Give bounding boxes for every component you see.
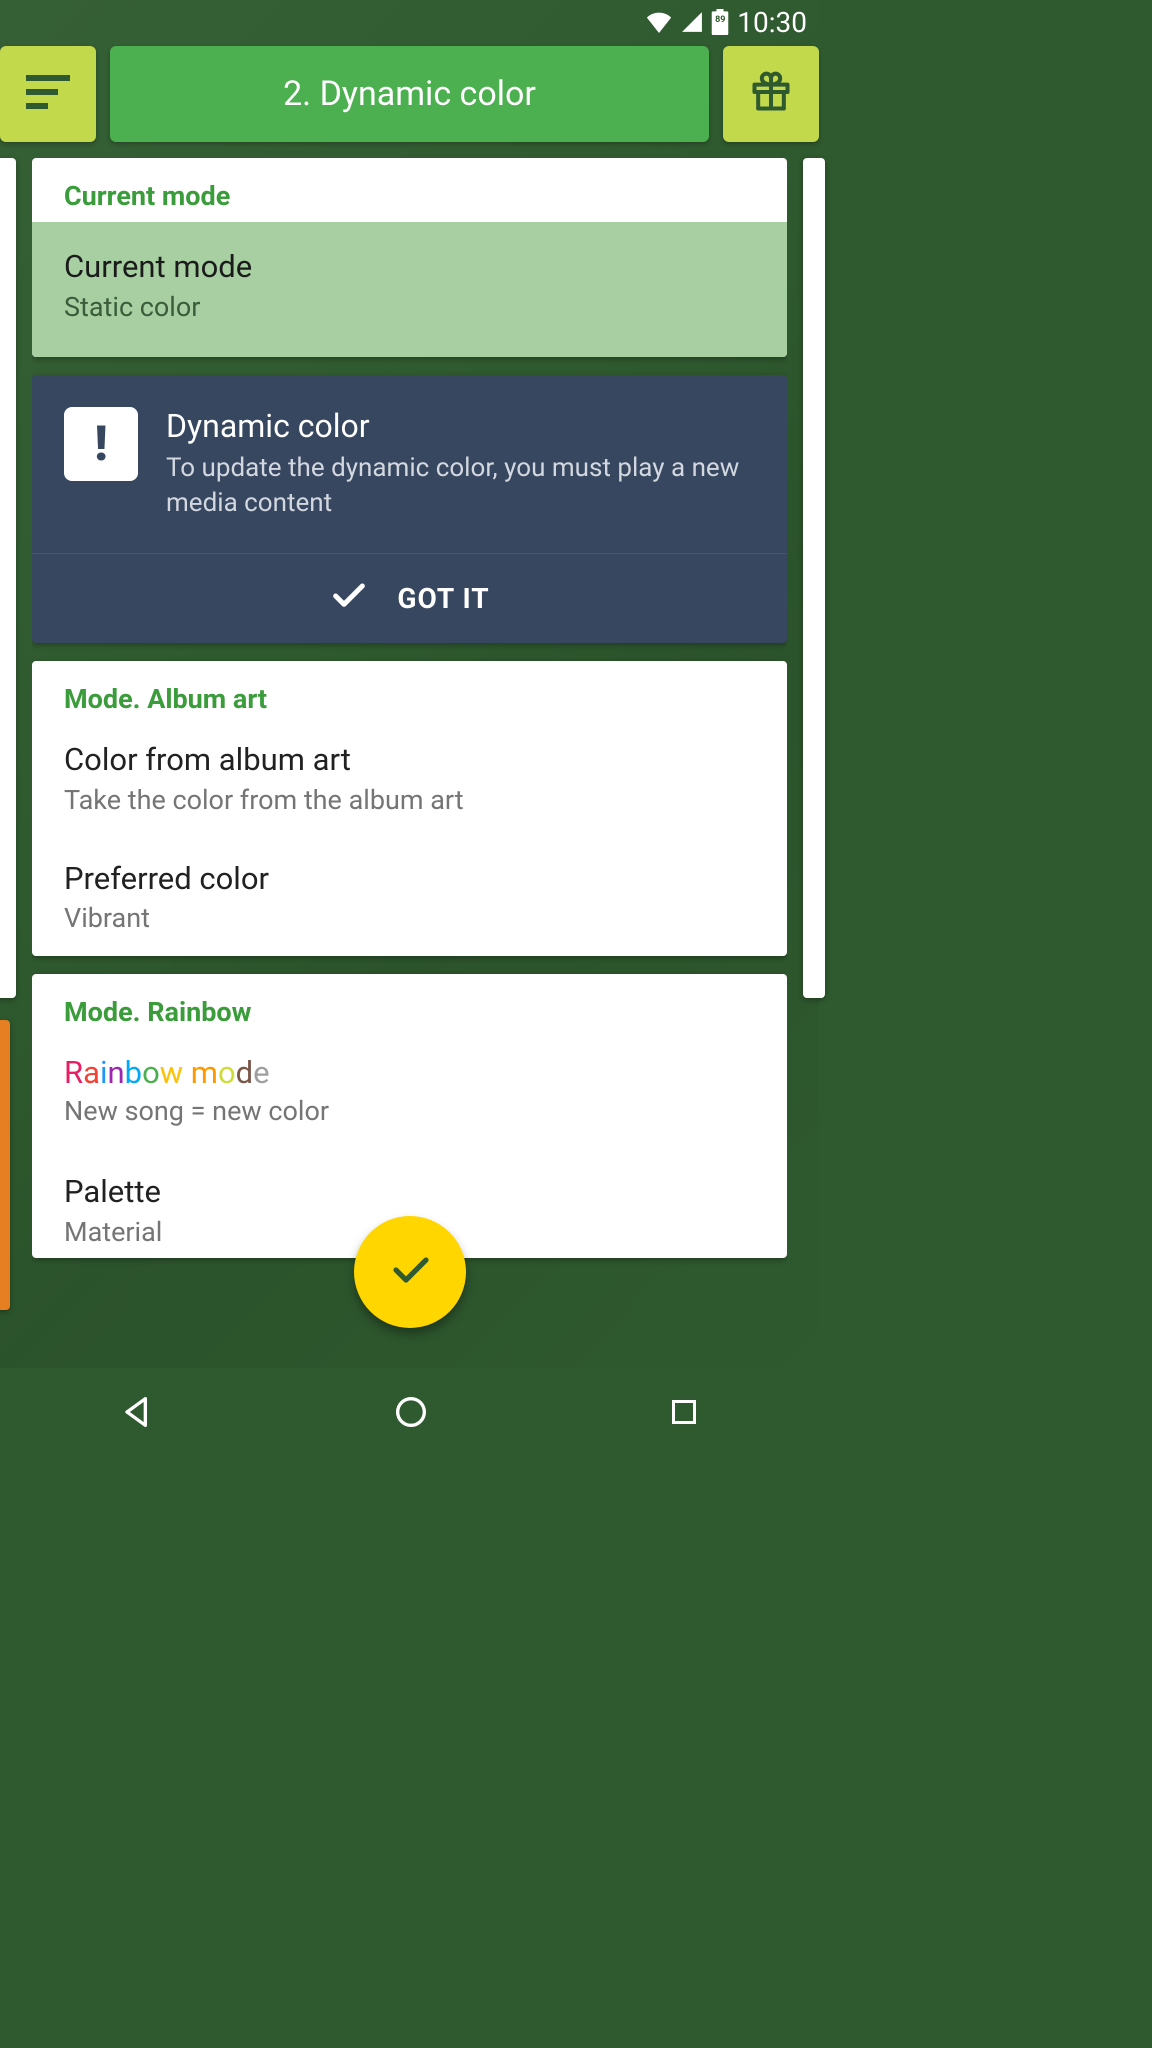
section-header-current-mode: Current mode bbox=[32, 158, 787, 222]
home-button[interactable] bbox=[391, 1392, 431, 1432]
card-current-mode: Current mode Current mode Static color bbox=[32, 158, 787, 357]
clock-text: 10:30 bbox=[737, 6, 807, 39]
check-icon bbox=[329, 576, 369, 620]
card-album-art: Mode. Album art Color from album art Tak… bbox=[32, 661, 787, 957]
row-preferred-color[interactable]: Preferred color Vibrant bbox=[32, 838, 787, 957]
row-preferred-color-title: Preferred color bbox=[64, 860, 755, 899]
battery-level: 89 bbox=[711, 15, 729, 25]
navigation-bar bbox=[0, 1368, 819, 1456]
info-body: To update the dynamic color, you must pl… bbox=[166, 451, 755, 521]
exclamation-icon: ! bbox=[64, 407, 138, 481]
section-header-rainbow: Mode. Rainbow bbox=[32, 974, 787, 1038]
info-card-dynamic-color: ! Dynamic color To update the dynamic co… bbox=[32, 375, 787, 643]
row-current-mode[interactable]: Current mode Static color bbox=[32, 222, 787, 357]
back-button[interactable] bbox=[117, 1392, 157, 1432]
peek-card-left bbox=[0, 158, 16, 998]
row-color-from-album-art-subtitle: Take the color from the album art bbox=[64, 784, 755, 816]
cell-signal-icon bbox=[681, 11, 703, 33]
row-palette-title: Palette bbox=[64, 1173, 755, 1212]
row-color-from-album-art[interactable]: Color from album art Take the color from… bbox=[32, 725, 787, 838]
info-title: Dynamic color bbox=[166, 407, 755, 445]
content-scroll[interactable]: Current mode Current mode Static color !… bbox=[32, 158, 787, 1360]
toolbar-title[interactable]: 2. Dynamic color bbox=[110, 46, 709, 142]
row-current-mode-title: Current mode bbox=[64, 248, 755, 287]
battery-icon: 89 bbox=[711, 9, 729, 35]
gift-icon bbox=[749, 70, 793, 118]
row-rainbow-mode[interactable]: Rainbow mode New song = new color bbox=[32, 1038, 787, 1149]
got-it-label: GOT IT bbox=[397, 582, 489, 615]
row-color-from-album-art-title: Color from album art bbox=[64, 741, 755, 780]
apply-fab[interactable] bbox=[354, 1216, 466, 1328]
status-bar: 89 10:30 bbox=[0, 0, 819, 44]
menu-icon bbox=[26, 75, 70, 113]
check-icon bbox=[386, 1246, 434, 1298]
recents-button[interactable] bbox=[666, 1394, 702, 1430]
gift-button[interactable] bbox=[723, 46, 819, 142]
wifi-icon bbox=[645, 11, 673, 33]
toolbar-title-text: 2. Dynamic color bbox=[283, 74, 536, 114]
got-it-button[interactable]: GOT IT bbox=[32, 553, 787, 643]
row-rainbow-mode-title: Rainbow mode bbox=[64, 1054, 755, 1091]
toolbar: 2. Dynamic color bbox=[0, 46, 819, 144]
menu-button[interactable] bbox=[0, 46, 96, 142]
section-header-album-art: Mode. Album art bbox=[32, 661, 787, 725]
peek-card-orange bbox=[0, 1020, 10, 1310]
row-current-mode-subtitle: Static color bbox=[64, 291, 755, 323]
peek-card-right bbox=[803, 158, 825, 998]
row-preferred-color-subtitle: Vibrant bbox=[64, 902, 755, 934]
row-rainbow-mode-subtitle: New song = new color bbox=[64, 1095, 755, 1127]
